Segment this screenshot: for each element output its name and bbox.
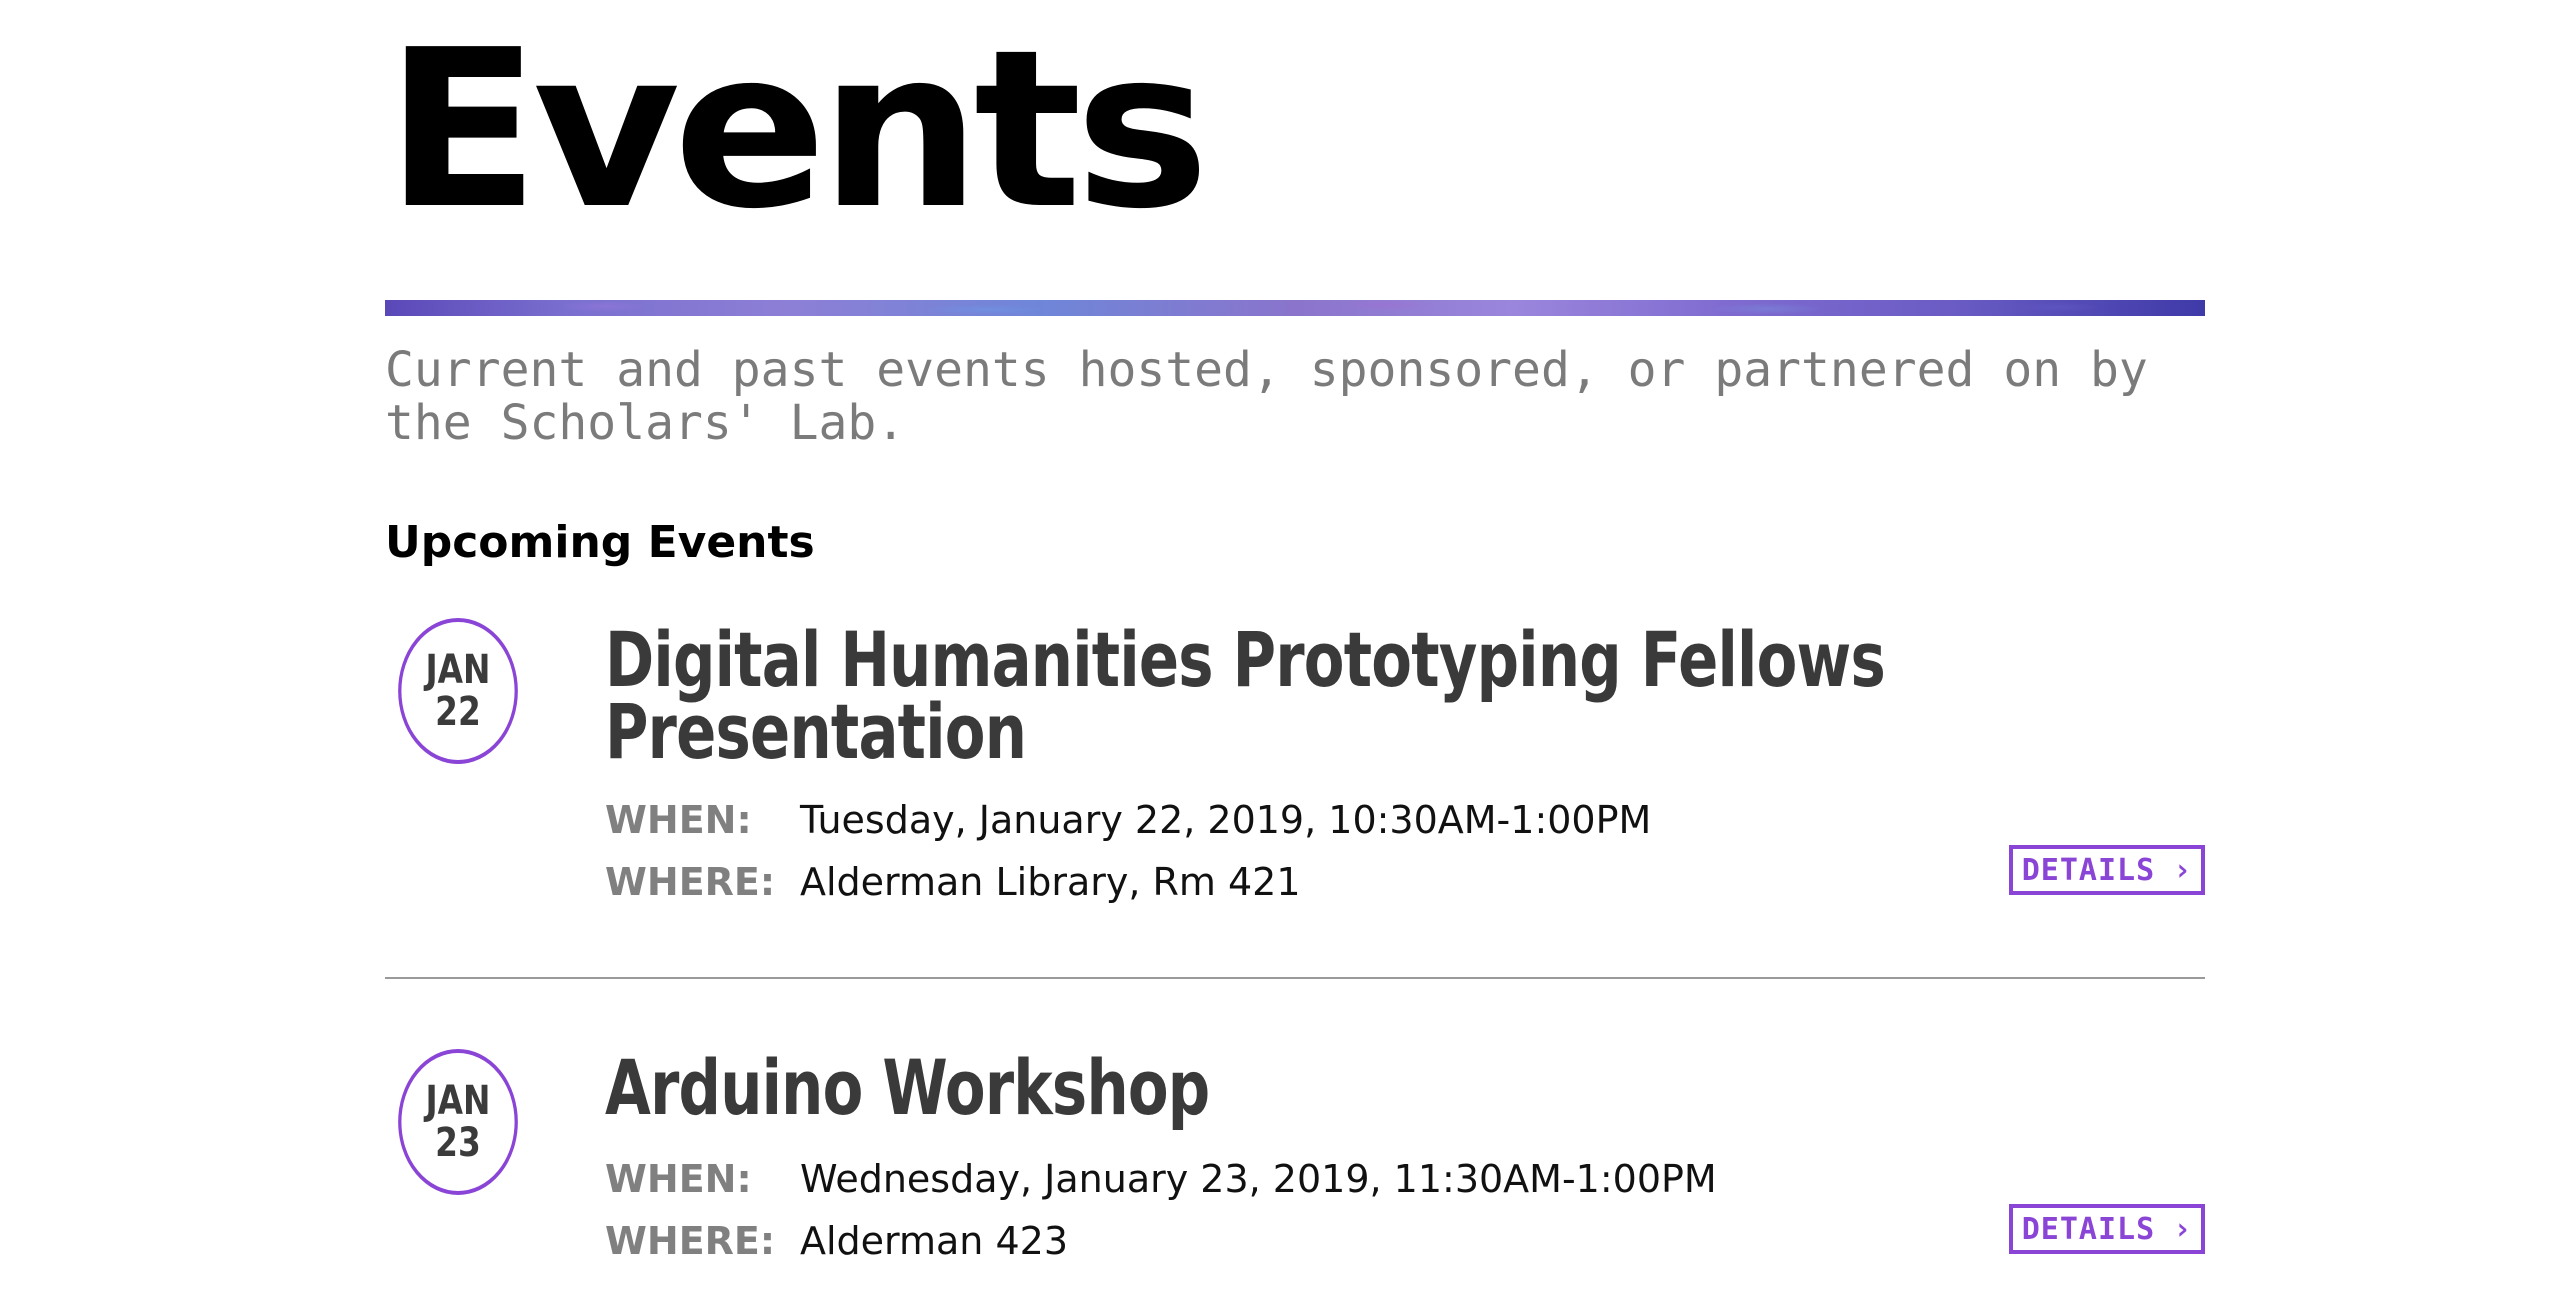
upcoming-events-heading: Upcoming Events [385, 517, 815, 568]
event-when-label: WHEN: [605, 798, 752, 842]
event-where-label: WHERE: [605, 860, 776, 904]
event-divider [385, 977, 2205, 979]
page-title: Events [385, 4, 1210, 257]
details-button[interactable]: DETAILS › [2009, 845, 2205, 895]
chevron-right-icon: › [2173, 1211, 2193, 1247]
event-when-value: Wednesday, January 23, 2019, 11:30AM-1:0… [800, 1157, 1717, 1201]
event-where-value: Alderman 423 [800, 1219, 1069, 1263]
event-title[interactable]: Arduino Workshop [605, 1050, 1210, 1126]
event-date-badge: JAN 22 [398, 618, 518, 764]
chevron-right-icon: › [2173, 852, 2193, 888]
event-when-label: WHEN: [605, 1157, 752, 1201]
event-when-row: WHEN: Wednesday, January 23, 2019, 11:30A… [605, 1155, 1717, 1203]
details-button-label: DETAILS [2021, 852, 2156, 888]
event-date-day: 23 [435, 1120, 481, 1166]
event-title[interactable]: Digital Humanities Prototyping Fellows P… [605, 622, 1886, 770]
event-where-label: WHERE: [605, 1219, 776, 1263]
event-date-month: JAN [425, 1078, 491, 1124]
event-when-value: Tuesday, January 22, 2019, 10:30AM-1:00P… [800, 798, 1652, 842]
event-title-line-1[interactable]: Arduino Workshop [605, 1043, 1210, 1132]
title-underline-rule [385, 300, 2205, 316]
event-date-month: JAN [425, 647, 491, 693]
event-where-value: Alderman Library, Rm 421 [800, 860, 1301, 904]
event-when-row: WHEN: Tuesday, January 22, 2019, 10:30AM-… [605, 796, 1651, 844]
event-title-line-2[interactable]: Presentation [605, 687, 1027, 776]
event-where-row: WHERE: Alderman 423 [605, 1217, 1068, 1265]
event-date-day: 22 [435, 689, 481, 735]
event-date-badge: JAN 23 [398, 1049, 518, 1195]
page-description: Current and past events hosted, sponsore… [385, 342, 2148, 451]
details-button[interactable]: DETAILS › [2009, 1204, 2205, 1254]
event-where-row: WHERE: Alderman Library, Rm 421 [605, 858, 1301, 906]
details-button-label: DETAILS [2021, 1211, 2156, 1247]
